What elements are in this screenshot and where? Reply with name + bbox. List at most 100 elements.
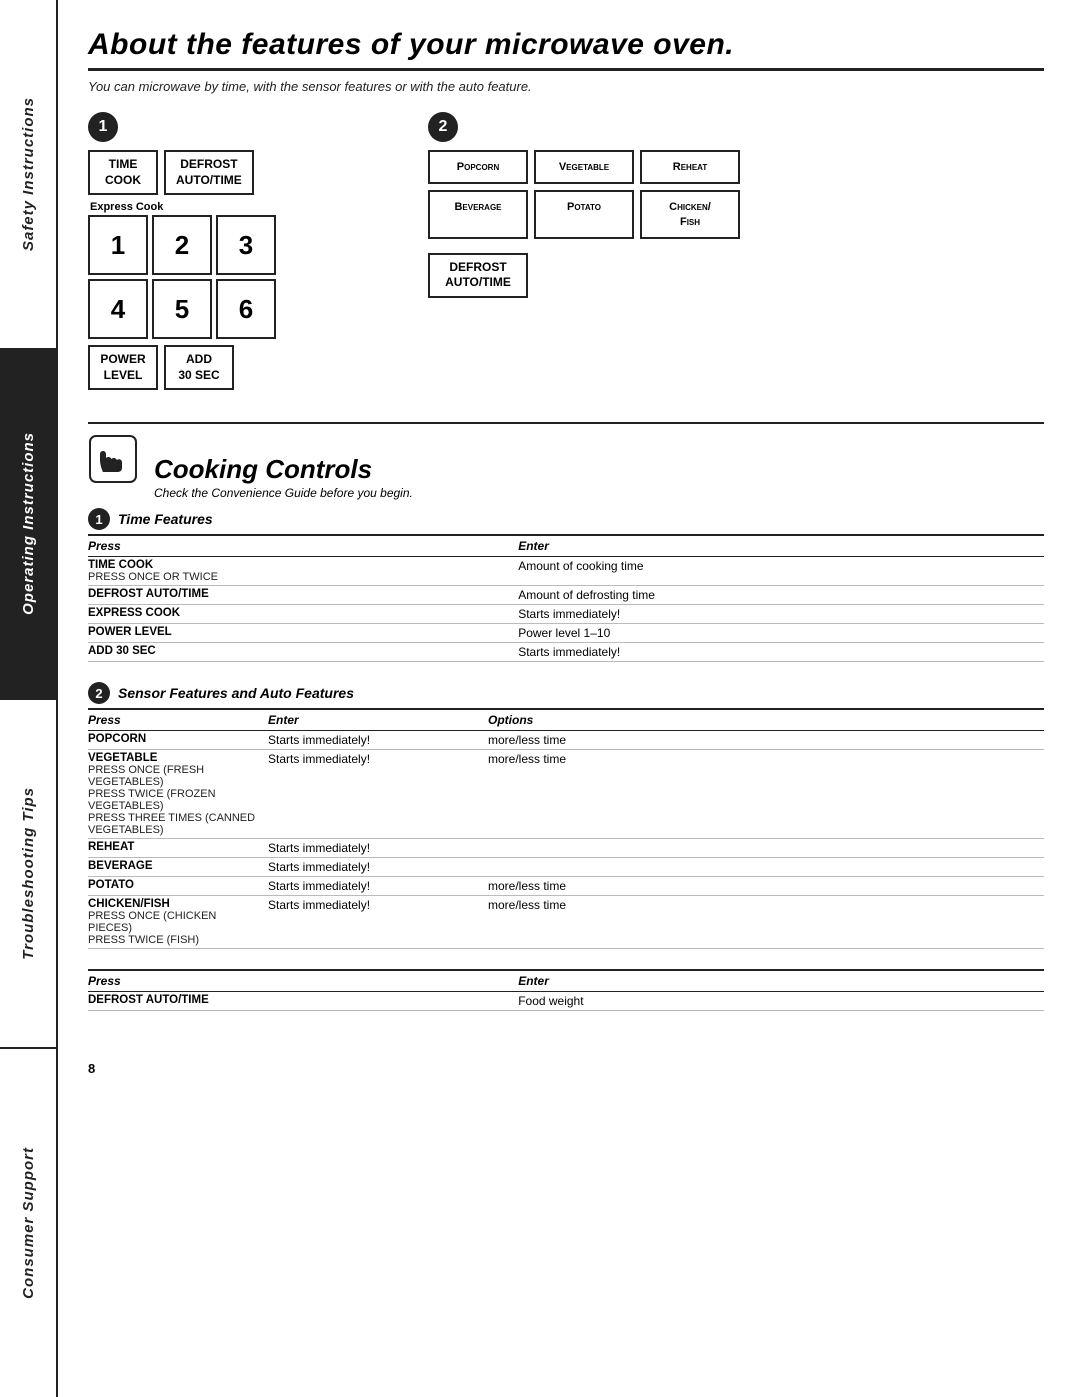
sidebar-troubleshooting-label: Troubleshooting Tips — [20, 787, 37, 960]
table-row: BEVERAGE Starts immediately! — [88, 858, 1044, 877]
panel-right: 2 Popcorn Vegetable Reheat Beverage Pota… — [428, 112, 1044, 298]
row-press: DEFROST AUTO/TIME — [88, 586, 518, 605]
sidebar-safety: Safety Instructions — [0, 0, 56, 350]
panel-left: 1 TimeCook DefrostAuto/Time Express Cook… — [88, 112, 398, 390]
cooking-controls-header: Cooking Controls — [88, 434, 1044, 484]
row-enter: Starts immediately! — [268, 731, 488, 750]
sensor-features-badge: 2 — [88, 682, 110, 704]
table-row: CHICKEN/FISHPress once (chicken pieces)P… — [88, 896, 1044, 949]
cooking-controls-subtitle: Check the Convenience Guide before you b… — [154, 486, 1044, 500]
badge-2: 2 — [428, 112, 458, 142]
right-defrost-label: DefrostAuto/Time — [445, 260, 511, 290]
row-press: POWER LEVEL — [88, 624, 518, 643]
defrost-press-header: Press — [88, 970, 518, 992]
sensor-features-block: 2 Sensor Features and Auto Features Pres… — [88, 682, 1044, 949]
popcorn-btn[interactable]: Popcorn — [428, 150, 528, 184]
hand-icon — [88, 434, 138, 484]
row-press: POTATO — [88, 877, 268, 896]
time-press-header: Press — [88, 535, 518, 557]
defrost-auto-time-btn[interactable]: DefrostAuto/Time — [164, 150, 254, 195]
potato-btn[interactable]: Potato — [534, 190, 634, 239]
time-enter-header: Enter — [518, 535, 1044, 557]
num-btn-5[interactable]: 5 — [152, 279, 212, 339]
table-row: EXPRESS COOK Starts immediately! — [88, 605, 1044, 624]
sidebar-operating: Operating Instructions — [0, 350, 56, 700]
defrost-table: Press Enter DEFROST AUTO/TIME Food weigh… — [88, 969, 1044, 1011]
defrost-auto-time-label: DefrostAuto/Time — [176, 157, 242, 187]
sensor-features-table: Press Enter Options POPCORN Starts immed… — [88, 708, 1044, 949]
sensor-enter-header: Enter — [268, 709, 488, 731]
table-row: VEGETABLEPress once (fresh vegetables)Pr… — [88, 750, 1044, 839]
time-cook-btn[interactable]: TimeCook — [88, 150, 158, 195]
row-press: REHEAT — [88, 839, 268, 858]
row-options — [488, 839, 1044, 858]
defrost-table-block: Press Enter DEFROST AUTO/TIME Food weigh… — [88, 969, 1044, 1011]
num-btn-6[interactable]: 6 — [216, 279, 276, 339]
table-row: ADD 30 SEC Starts immediately! — [88, 643, 1044, 662]
time-features-header: 1 Time Features — [88, 508, 1044, 530]
add-30-sec-btn[interactable]: Add30 Sec — [164, 345, 234, 390]
sensor-features-title: Sensor Features and Auto Features — [118, 685, 354, 701]
number-grid: 1 2 3 4 5 6 — [88, 215, 276, 339]
row-options: more/less time — [488, 877, 1044, 896]
cooking-controls-section: Cooking Controls Check the Convenience G… — [88, 422, 1044, 1031]
bottom-buttons: PowerLevel Add30 Sec — [88, 345, 276, 390]
sidebar-operating-label: Operating Instructions — [20, 432, 37, 615]
row-enter: Starts immediately! — [268, 877, 488, 896]
cooking-controls-title: Cooking Controls — [154, 456, 372, 482]
main-content: About the features of your microwave ove… — [58, 0, 1080, 1397]
row-press: VEGETABLEPress once (fresh vegetables)Pr… — [88, 750, 268, 839]
vegetable-btn[interactable]: Vegetable — [534, 150, 634, 184]
diagram-row: 1 TimeCook DefrostAuto/Time Express Cook… — [88, 112, 1044, 390]
num-btn-2[interactable]: 2 — [152, 215, 212, 275]
row-press: ADD 30 SEC — [88, 643, 518, 662]
num-btn-4[interactable]: 4 — [88, 279, 148, 339]
row-press: EXPRESS COOK — [88, 605, 518, 624]
row-enter: Amount of defrosting time — [518, 586, 1044, 605]
table-row: DEFROST AUTO/TIME Amount of defrosting t… — [88, 586, 1044, 605]
beverage-btn[interactable]: Beverage — [428, 190, 528, 239]
row-options: more/less time — [488, 896, 1044, 949]
sensor-features-header: 2 Sensor Features and Auto Features — [88, 682, 1044, 704]
table-row: DEFROST AUTO/TIME Food weight — [88, 992, 1044, 1011]
row-press: BEVERAGE — [88, 858, 268, 877]
top-buttons: TimeCook DefrostAuto/Time — [88, 150, 276, 195]
time-features-table: Press Enter TIME COOKPress once or twice… — [88, 534, 1044, 662]
row-enter: Starts immediately! — [518, 605, 1044, 624]
row-press: CHICKEN/FISHPress once (chicken pieces)P… — [88, 896, 268, 949]
page-number: 8 — [88, 1061, 1044, 1076]
row-enter: Amount of cooking time — [518, 557, 1044, 586]
power-level-btn[interactable]: PowerLevel — [88, 345, 158, 390]
defrost-enter-header: Enter — [518, 970, 1044, 992]
page-subtitle: You can microwave by time, with the sens… — [88, 79, 1044, 94]
table-row: REHEAT Starts immediately! — [88, 839, 1044, 858]
row-enter: Starts immediately! — [268, 896, 488, 949]
row-enter: Starts immediately! — [268, 839, 488, 858]
table-row: POWER LEVEL Power level 1–10 — [88, 624, 1044, 643]
sidebar: Safety Instructions Operating Instructio… — [0, 0, 58, 1397]
table-row: POPCORN Starts immediately! more/less ti… — [88, 731, 1044, 750]
time-features-title: Time Features — [118, 511, 213, 527]
chicken-fish-btn[interactable]: Chicken/Fish — [640, 190, 740, 239]
row-enter: Starts immediately! — [518, 643, 1044, 662]
row-options: more/less time — [488, 731, 1044, 750]
row-options: more/less time — [488, 750, 1044, 839]
right-defrost-btn[interactable]: DefrostAuto/Time — [428, 253, 528, 298]
time-features-block: 1 Time Features Press Enter TIME COOKPre… — [88, 508, 1044, 662]
sensor-press-header: Press — [88, 709, 268, 731]
row-enter: Power level 1–10 — [518, 624, 1044, 643]
sidebar-safety-label: Safety Instructions — [20, 97, 37, 251]
num-btn-1[interactable]: 1 — [88, 215, 148, 275]
sensor-options-header: Options — [488, 709, 1044, 731]
num-btn-3[interactable]: 3 — [216, 215, 276, 275]
row-press: DEFROST AUTO/TIME — [88, 992, 518, 1011]
table-row: POTATO Starts immediately! more/less tim… — [88, 877, 1044, 896]
row-enter: Food weight — [518, 992, 1044, 1011]
page-title: About the features of your microwave ove… — [88, 28, 1044, 71]
left-buttons-area: TimeCook DefrostAuto/Time Express Cook 1… — [88, 150, 276, 390]
sidebar-consumer: Consumer Support — [0, 1049, 56, 1397]
express-cook-label: Express Cook — [90, 201, 276, 213]
reheat-btn[interactable]: Reheat — [640, 150, 740, 184]
row-enter: Starts immediately! — [268, 750, 488, 839]
time-features-badge: 1 — [88, 508, 110, 530]
